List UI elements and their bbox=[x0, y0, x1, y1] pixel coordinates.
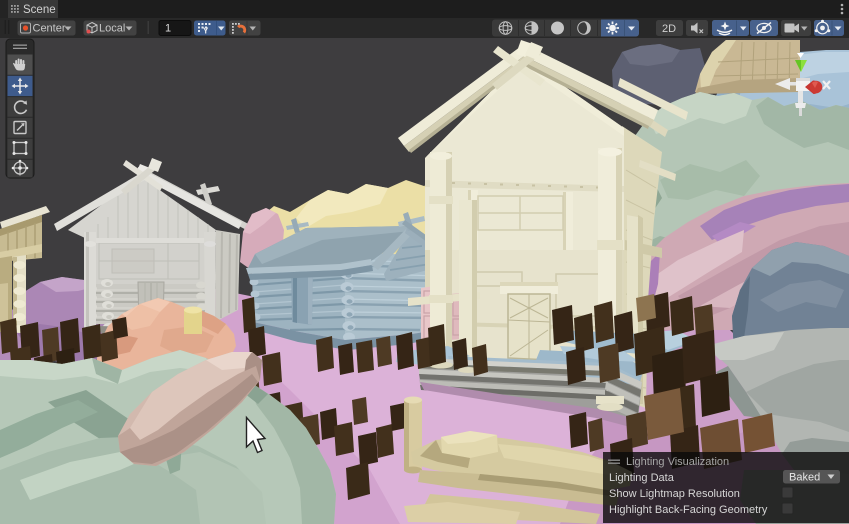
svg-text:Highlight Back-Facing Geometry: Highlight Back-Facing Geometry bbox=[609, 504, 768, 516]
svg-text:2D: 2D bbox=[662, 23, 676, 35]
svg-text:Baked: Baked bbox=[789, 472, 820, 484]
svg-text:1: 1 bbox=[165, 23, 171, 35]
svg-text:Lighting Data: Lighting Data bbox=[609, 472, 675, 484]
svg-text:Y: Y bbox=[203, 27, 209, 36]
svg-text:Local: Local bbox=[99, 23, 125, 35]
svg-text:Scene: Scene bbox=[23, 4, 56, 16]
svg-text:Show Lightmap Resolution: Show Lightmap Resolution bbox=[609, 488, 740, 500]
svg-text:Lighting Visualization: Lighting Visualization bbox=[626, 456, 729, 468]
svg-text:Center: Center bbox=[33, 23, 66, 35]
